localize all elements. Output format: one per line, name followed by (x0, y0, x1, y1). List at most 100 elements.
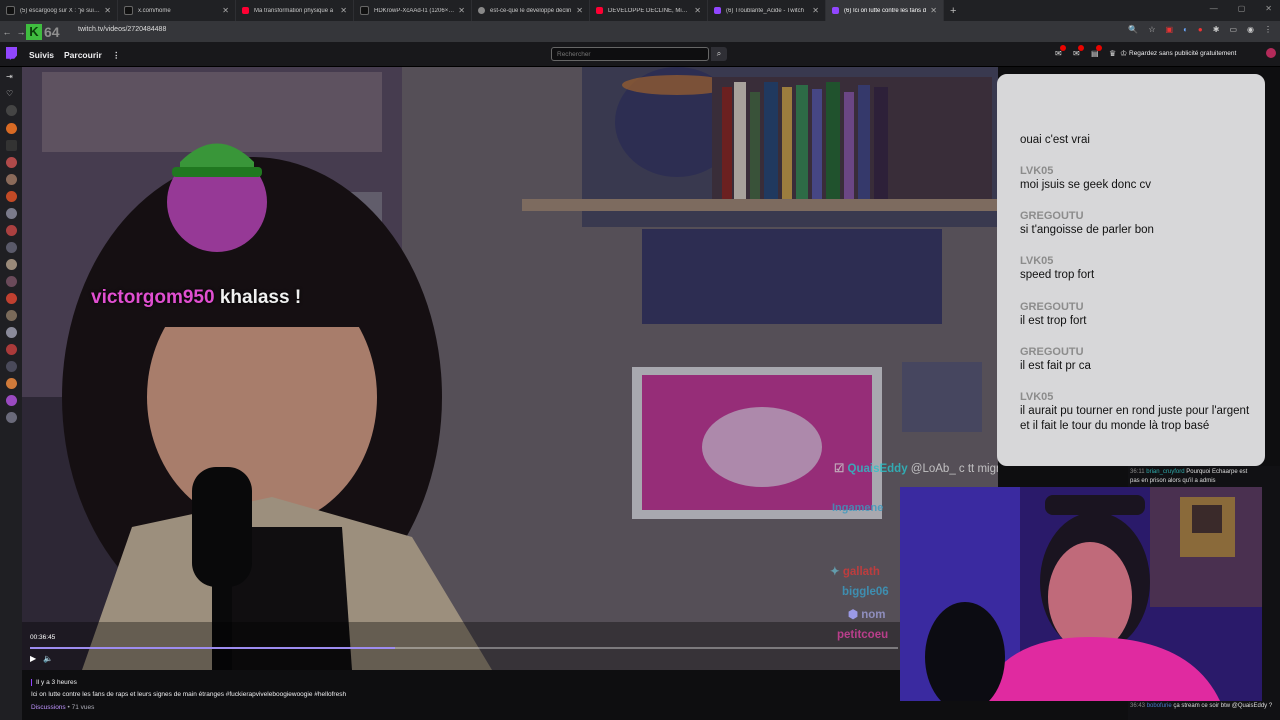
channel-avatar[interactable] (6, 140, 17, 151)
chat-overlay-panel: ouai c'est vrai LVK05 moi jsuis se geek … (997, 74, 1265, 466)
channel-avatar[interactable] (6, 242, 17, 253)
close-icon[interactable]: ✕ (576, 6, 583, 15)
browser-menu-icon[interactable]: ⋮ (1264, 25, 1272, 34)
browser-tab[interactable]: (5) escargoog sur X : "je suis p ✕ (0, 0, 118, 21)
extension-icon[interactable]: ● (1198, 25, 1203, 34)
channel-avatar[interactable] (6, 174, 17, 185)
stream-alert: victorgom950 khalass ! (91, 287, 301, 309)
browser-tab[interactable]: HDKrowP-XcAAd-I1 (1206×17 ✕ (354, 0, 472, 21)
view-count: 71 vues (71, 704, 95, 711)
channel-avatar[interactable] (6, 310, 17, 321)
channel-avatar[interactable] (6, 105, 17, 116)
browser-tab[interactable]: x.com/home ✕ (118, 0, 236, 21)
close-icon[interactable]: ✕ (930, 6, 937, 15)
video-age: Il y a 3 heures (31, 679, 77, 686)
profile-icon[interactable]: ◉ (1247, 25, 1254, 34)
chat-message: GREGOUTU il est trop fort (1020, 301, 1255, 329)
search-input[interactable] (551, 47, 709, 61)
channel-avatar[interactable] (6, 378, 17, 389)
channel-avatar[interactable] (6, 123, 17, 134)
channel-avatar[interactable] (6, 361, 17, 372)
browser-tab-strip: (5) escargoog sur X : "je suis p ✕ x.com/… (0, 0, 1280, 21)
bookmark-star-icon[interactable]: ☆ (1148, 25, 1155, 34)
chat-username: GREGOUTU (1020, 210, 1084, 222)
video-player[interactable]: victorgom950 khalass ! ☑ QuaisEddy @LoAb… (22, 67, 998, 670)
channel-avatar[interactable] (6, 191, 17, 202)
video-frame (22, 67, 998, 670)
channel-avatar[interactable] (6, 225, 17, 236)
close-window-icon[interactable]: ✕ (1265, 4, 1272, 13)
close-icon[interactable]: ✕ (104, 6, 111, 15)
channel-avatar[interactable] (6, 276, 17, 287)
extension-icon[interactable]: ◐ (1183, 25, 1188, 34)
volume-icon[interactable]: 🔈 (43, 654, 53, 663)
chat-message: LVK05 moi jsuis se geek donc cv (1020, 165, 1255, 193)
search-icon: ⌕ (716, 49, 722, 58)
twitch-icon (832, 7, 839, 14)
video-timecode: 00:36:45 (30, 634, 56, 641)
browser-tab-active[interactable]: (6) Ici on lutte contre les fans d ✕ (826, 0, 944, 21)
alert-message: khalass ! (219, 287, 302, 308)
close-icon[interactable]: ✕ (340, 6, 347, 15)
close-icon[interactable]: ✕ (812, 6, 819, 15)
split-view-icon[interactable]: ▭ (1229, 25, 1237, 34)
chat-username: LVK05 (1020, 165, 1054, 177)
play-icon[interactable]: ▶ (30, 654, 36, 663)
webcam-overlay (900, 487, 1262, 701)
browser-tab[interactable]: DÉVELOPPÉ DÉCLINÉ, Mieux q ✕ (590, 0, 708, 21)
close-icon[interactable]: ✕ (222, 6, 229, 15)
zoom-icon[interactable]: 🔍 (1128, 25, 1138, 34)
chat-username: GREGOUTU (1020, 346, 1084, 358)
seek-bar[interactable] (30, 647, 898, 649)
nav-browse[interactable]: Parcourir (64, 50, 102, 60)
more-menu-icon[interactable]: ⋮ (112, 50, 121, 61)
user-avatar[interactable] (1266, 48, 1276, 58)
channel-avatar[interactable] (6, 344, 17, 355)
video-meta: Discussions • 71 vues (31, 704, 95, 711)
notification-badge (1078, 45, 1084, 51)
video-chat-line: ⬢ nom (848, 609, 886, 621)
chat-username: LVK05 (1020, 391, 1054, 403)
channel-avatar[interactable] (6, 259, 17, 270)
category-link[interactable]: Discussions (31, 704, 66, 711)
channel-avatar[interactable] (6, 157, 17, 168)
extension-logo: K 64 (26, 21, 76, 42)
video-chat-line: ✦ gallath (830, 566, 880, 578)
browser-tab[interactable]: est-ce-que le développé déclin ✕ (472, 0, 590, 21)
channel-avatar[interactable] (6, 412, 17, 423)
chat-message: LVK05 il aurait pu tourner en rond juste… (1020, 391, 1255, 433)
expand-sidebar-icon[interactable]: ⇥ (6, 72, 13, 81)
youtube-icon (242, 7, 249, 14)
chat-message: GREGOUTU si t'angoisse de parler bon (1020, 210, 1255, 238)
extensions-puzzle-icon[interactable]: ✱ (1213, 25, 1220, 34)
crown-icon[interactable]: ♛ (1109, 49, 1116, 58)
nav-following[interactable]: Suivis (29, 50, 54, 60)
followed-channels-sidebar: ⇥ ♡ (0, 67, 22, 720)
new-tab-icon[interactable]: + (950, 5, 956, 17)
browser-tab[interactable]: Ma transformation physique a ✕ (236, 0, 354, 21)
twitch-icon (714, 7, 721, 14)
address-bar: ← → (0, 21, 1280, 42)
chat-line: 36:43 bobofurie ça stream ce soir btw @Q… (1130, 703, 1273, 709)
channel-avatar[interactable] (6, 327, 17, 338)
notification-badge (1060, 45, 1066, 51)
maximize-icon[interactable]: ▢ (1238, 4, 1246, 13)
browser-toolbar-icons: 🔍 ☆ ▣ ◐ ● ✱ ▭ ◉ ⋮ (1128, 25, 1272, 34)
chat-message: GREGOUTU il est fait pr ca (1020, 346, 1255, 374)
x-icon (360, 6, 369, 15)
video-title: Ici on lutte contre les fans de raps et … (31, 691, 347, 698)
search-button[interactable]: ⌕ (711, 47, 727, 61)
channel-avatar[interactable] (6, 395, 17, 406)
minimize-icon[interactable]: — (1210, 4, 1218, 13)
back-icon[interactable]: ← (0, 27, 14, 37)
browser-tab[interactable]: (6) Troublante_Acide - Twitch ✕ (708, 0, 826, 21)
x-icon (124, 6, 133, 15)
channel-avatar[interactable] (6, 293, 17, 304)
url-text[interactable]: twitch.tv/videos/2720484488 (78, 26, 166, 33)
extension-icon[interactable]: ▣ (1166, 25, 1174, 34)
chat-username: LVK05 (1020, 255, 1054, 267)
x-icon (6, 6, 15, 15)
close-icon[interactable]: ✕ (694, 6, 701, 15)
close-icon[interactable]: ✕ (458, 6, 465, 15)
channel-avatar[interactable] (6, 208, 17, 219)
